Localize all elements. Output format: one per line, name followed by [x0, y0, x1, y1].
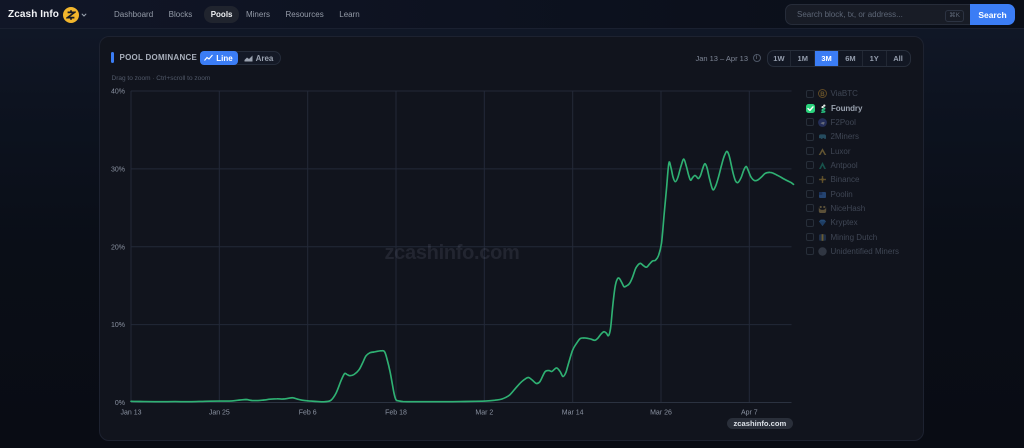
- svg-text:20%: 20%: [111, 244, 125, 251]
- svg-text:Mar 26: Mar 26: [650, 410, 672, 417]
- svg-text:Apr 7: Apr 7: [741, 410, 758, 417]
- svg-text:Mar 14: Mar 14: [562, 410, 584, 417]
- svg-text:Feb 6: Feb 6: [299, 410, 317, 417]
- svg-text:Jan 25: Jan 25: [209, 410, 230, 417]
- svg-text:40%: 40%: [111, 89, 125, 96]
- svg-text:Mar 2: Mar 2: [475, 410, 493, 417]
- svg-text:0%: 0%: [115, 400, 125, 407]
- svg-text:10%: 10%: [111, 322, 125, 329]
- svg-text:zcashinfo.com: zcashinfo.com: [384, 242, 519, 264]
- svg-text:Jan 13: Jan 13: [120, 410, 141, 417]
- svg-text:Feb 18: Feb 18: [385, 410, 407, 417]
- svg-text:B: B: [820, 91, 825, 98]
- svg-text:30%: 30%: [111, 166, 125, 173]
